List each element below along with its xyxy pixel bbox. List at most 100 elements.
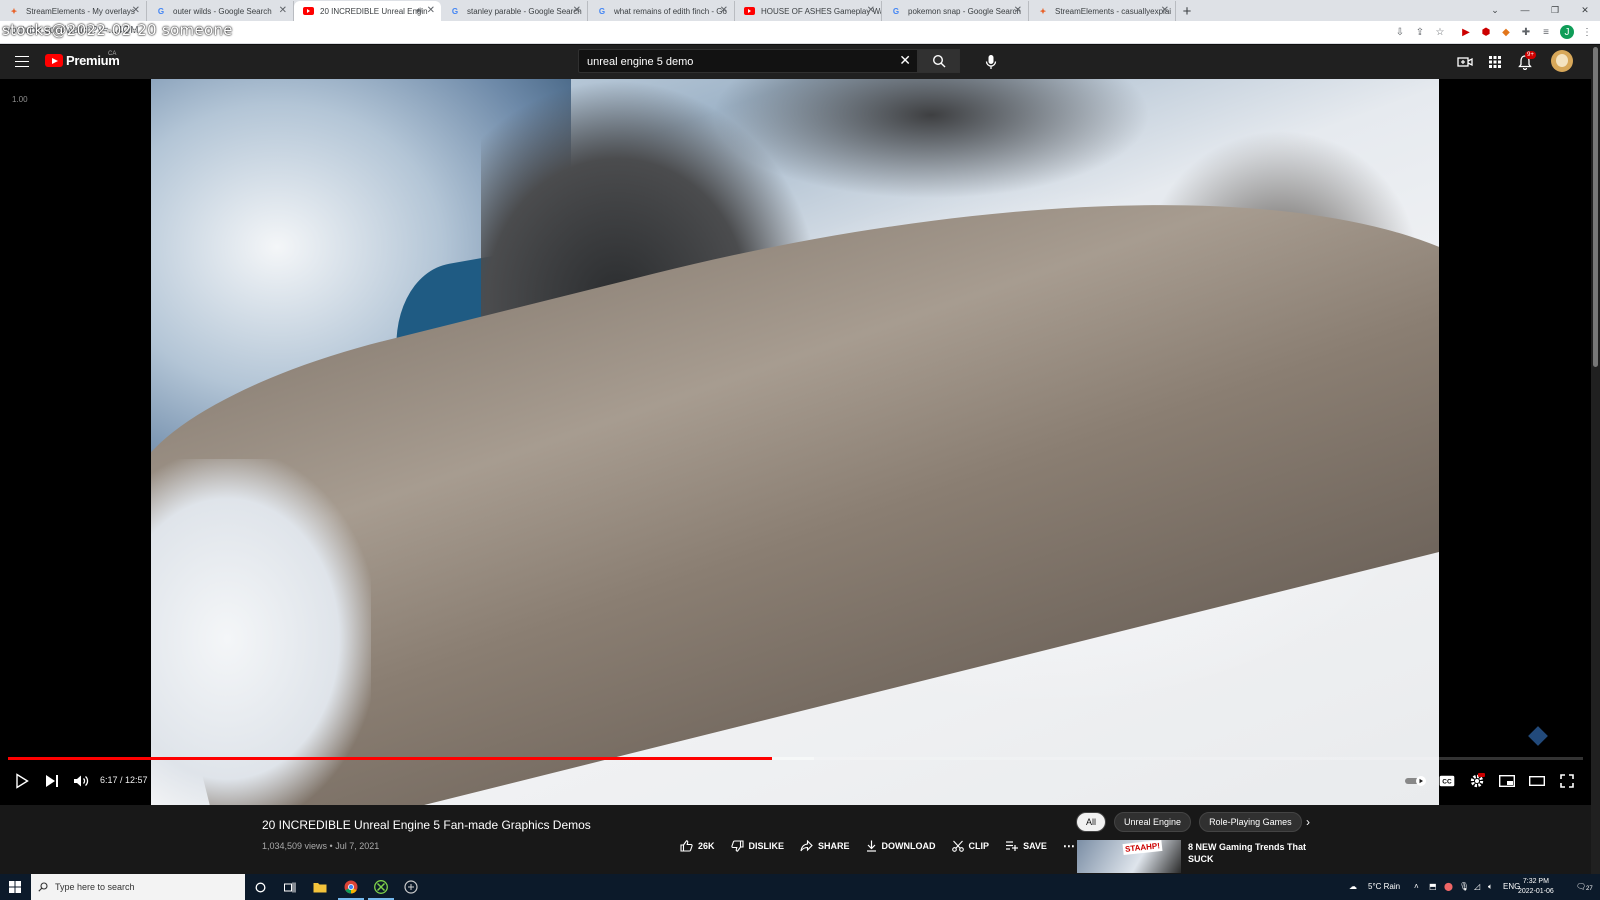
progress-bar[interactable] bbox=[8, 757, 1583, 760]
like-button[interactable]: 26K bbox=[680, 839, 715, 853]
install-icon[interactable]: ⇩ bbox=[1393, 25, 1407, 39]
youtube-logo-icon[interactable] bbox=[45, 54, 63, 67]
account-avatar[interactable] bbox=[1551, 50, 1573, 72]
playlist-icon[interactable]: ≡ bbox=[1539, 25, 1553, 39]
cortana-button[interactable] bbox=[251, 878, 269, 896]
share-arrow-icon bbox=[800, 840, 813, 852]
close-tab-icon[interactable]: ✕ bbox=[1014, 5, 1022, 16]
share-label: SHARE bbox=[818, 841, 850, 851]
close-tab-icon[interactable]: ✕ bbox=[573, 5, 581, 16]
tab-edith-finch[interactable]: Gwhat remains of edith finch - Go ✕ bbox=[588, 1, 735, 21]
close-tab-icon[interactable]: ✕ bbox=[1161, 5, 1169, 16]
miniplayer-button[interactable] bbox=[1495, 769, 1519, 793]
google-icon: G bbox=[451, 6, 459, 16]
tab-title: pokemon snap - Google Search bbox=[908, 6, 1021, 16]
next-button[interactable] bbox=[40, 769, 64, 793]
restore-button[interactable]: ❐ bbox=[1540, 0, 1570, 20]
chrome-taskbar-button[interactable] bbox=[338, 878, 364, 900]
app-taskbar-button[interactable] bbox=[402, 878, 420, 896]
streamelements-icon: ✦ bbox=[10, 6, 18, 16]
taskbar-search-box[interactable]: Type here to search bbox=[31, 874, 245, 900]
weather-icon[interactable]: ☁︎ bbox=[1349, 882, 1357, 891]
video-player[interactable]: 1.00 6:17 / 12:57 CC bbox=[0, 79, 1591, 805]
play-button[interactable] bbox=[10, 769, 34, 793]
bookmark-star-icon[interactable]: ☆ bbox=[1433, 25, 1447, 39]
close-tab-icon[interactable]: ✕ bbox=[867, 5, 875, 16]
page-scrollbar[interactable] bbox=[1591, 45, 1600, 874]
autoplay-toggle[interactable] bbox=[1402, 769, 1430, 793]
close-tab-icon[interactable]: ✕ bbox=[427, 5, 435, 16]
scrollbar-thumb[interactable] bbox=[1593, 47, 1598, 367]
save-button[interactable]: SAVE bbox=[1005, 839, 1047, 853]
tab-youtube-active[interactable]: 20 INCREDIBLE Unreal Engin 🔊︎ ✕ bbox=[294, 1, 441, 21]
share-icon[interactable]: ⇪ bbox=[1413, 25, 1427, 39]
chip-role-playing-games[interactable]: Role-Playing Games bbox=[1199, 812, 1302, 832]
network-icon[interactable]: ◿ bbox=[1474, 882, 1480, 891]
share-button[interactable]: SHARE bbox=[800, 839, 850, 853]
clip-button[interactable]: CLIP bbox=[951, 839, 989, 853]
search-button[interactable] bbox=[918, 49, 960, 73]
action-center-icon[interactable]: 🗨︎ bbox=[1576, 882, 1586, 891]
tray-record-icon[interactable]: ⬤ bbox=[1444, 882, 1453, 891]
speaker-icon[interactable]: 🔊︎ bbox=[416, 5, 422, 16]
weather-text[interactable]: 5°C Rain bbox=[1368, 882, 1400, 891]
tab-streamelements-casual[interactable]: ✦ StreamElements - casuallyexplai ✕ bbox=[1029, 1, 1176, 21]
tab-house-of-ashes[interactable]: HOUSE OF ASHES Gameplay Wa ✕ bbox=[735, 1, 882, 21]
tab-stanley-parable[interactable]: Gstanley parable - Google Search ✕ bbox=[441, 1, 588, 21]
taskbar-search-placeholder: Type here to search bbox=[55, 882, 135, 892]
create-video-button[interactable] bbox=[1455, 53, 1475, 71]
tab-streamelements-overlays[interactable]: ✦ StreamElements - My overlays ✕ bbox=[0, 1, 147, 21]
recommended-thumbnail[interactable]: STAAHP! bbox=[1077, 840, 1181, 873]
video-title: 20 INCREDIBLE Unreal Engine 5 Fan-made G… bbox=[262, 818, 591, 832]
voice-search-button[interactable] bbox=[981, 52, 1001, 72]
new-tab-button[interactable]: + bbox=[1176, 1, 1198, 21]
captions-button[interactable]: CC bbox=[1435, 769, 1459, 793]
start-button[interactable] bbox=[6, 878, 24, 896]
more-actions-button[interactable]: ⋯ bbox=[1063, 839, 1075, 853]
skip-next-icon bbox=[46, 775, 58, 787]
apps-button[interactable] bbox=[1485, 53, 1505, 71]
tab-outer-wilds[interactable]: Gouter wilds - Google Search ✕ bbox=[147, 1, 294, 21]
task-view-button[interactable] bbox=[281, 878, 299, 896]
tab-pokemon-snap[interactable]: Gpokemon snap - Google Search ✕ bbox=[882, 1, 1029, 21]
cc-icon: CC bbox=[1439, 775, 1455, 787]
recommended-title[interactable]: 8 NEW Gaming Trends That SUCK bbox=[1188, 841, 1318, 865]
download-button[interactable]: DOWNLOAD bbox=[866, 839, 936, 853]
clock[interactable]: 7:32 PM 2022-01-06 bbox=[1518, 877, 1554, 897]
clock-date: 2022-01-06 bbox=[1518, 888, 1554, 895]
close-tab-icon[interactable]: ✕ bbox=[720, 5, 728, 16]
close-tab-icon[interactable]: ✕ bbox=[279, 5, 287, 16]
chip-all[interactable]: All bbox=[1076, 812, 1107, 832]
chip-unreal-engine[interactable]: Unreal Engine bbox=[1114, 812, 1192, 832]
youtube-extension-icon[interactable]: ▶ bbox=[1459, 25, 1473, 39]
close-tab-icon[interactable]: ✕ bbox=[132, 5, 140, 16]
hamburger-menu-icon[interactable] bbox=[15, 56, 29, 67]
menu-kebab-icon[interactable]: ⋮ bbox=[1580, 25, 1594, 39]
adblock-extension-icon[interactable]: ⬢ bbox=[1479, 25, 1493, 39]
channel-watermark-icon[interactable] bbox=[1528, 726, 1548, 746]
dislike-button[interactable]: DISLIKE bbox=[730, 839, 784, 853]
metamask-extension-icon[interactable]: ◆ bbox=[1499, 25, 1513, 39]
file-explorer-button[interactable] bbox=[311, 878, 329, 896]
clear-search-icon[interactable]: ✕ bbox=[899, 52, 911, 69]
speaker-tray-icon[interactable]: 🔈︎ bbox=[1488, 882, 1493, 892]
tab-search-icon[interactable]: ⌄ bbox=[1480, 0, 1510, 20]
minimize-button[interactable]: — bbox=[1510, 0, 1540, 20]
tray-app-icon[interactable]: ⬒ bbox=[1429, 882, 1437, 891]
theater-mode-button[interactable] bbox=[1525, 769, 1549, 793]
profile-avatar-icon[interactable]: J bbox=[1560, 25, 1574, 39]
extensions-puzzle-icon[interactable]: ✚ bbox=[1519, 25, 1533, 39]
chips-next-arrow-icon[interactable]: › bbox=[1306, 815, 1310, 829]
xbox-taskbar-button[interactable] bbox=[368, 878, 394, 900]
mute-button[interactable] bbox=[69, 769, 93, 793]
settings-button[interactable] bbox=[1465, 769, 1489, 793]
volume-icon bbox=[74, 775, 89, 787]
microphone-tray-icon[interactable]: 🎙︎ bbox=[1459, 882, 1469, 891]
fullscreen-icon bbox=[1560, 774, 1574, 788]
fullscreen-button[interactable] bbox=[1555, 769, 1579, 793]
tray-overflow-chevron-icon[interactable]: ˄ bbox=[1414, 882, 1419, 891]
search-box[interactable]: unreal engine 5 demo ✕ bbox=[578, 49, 918, 73]
video-camera-plus-icon bbox=[1457, 57, 1473, 67]
search-input[interactable]: unreal engine 5 demo bbox=[587, 56, 693, 68]
close-window-button[interactable]: ✕ bbox=[1570, 0, 1600, 20]
